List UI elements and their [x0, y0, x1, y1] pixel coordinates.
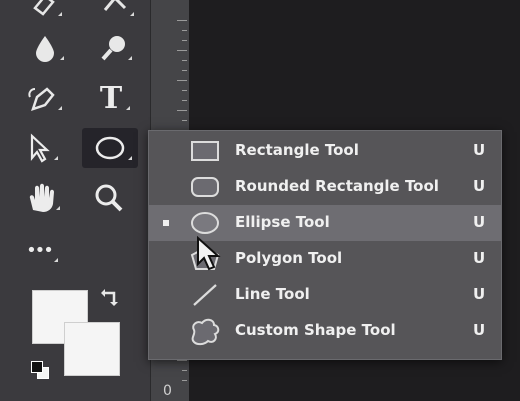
eraser-tool[interactable]	[18, 0, 68, 24]
blur-tool[interactable]	[20, 28, 70, 68]
default-colors-button[interactable]	[30, 360, 50, 380]
menu-item-custom-shape-tool[interactable]: Custom Shape Tool U	[149, 313, 501, 349]
menu-item-label: Polygon Tool	[235, 249, 343, 267]
swap-arrows-icon	[101, 289, 118, 306]
hand-tool[interactable]	[16, 178, 66, 218]
menu-item-line-tool[interactable]: Line Tool U	[149, 277, 501, 313]
line-icon	[193, 284, 217, 306]
menu-item-label: Ellipse Tool	[235, 213, 330, 231]
background-color-swatch[interactable]	[64, 322, 120, 376]
menu-item-label: Line Tool	[235, 285, 310, 303]
rectangle-icon	[191, 141, 219, 161]
ellipse-tool[interactable]	[82, 128, 138, 168]
menu-item-shortcut: U	[473, 321, 486, 339]
menu-item-shortcut: U	[473, 249, 486, 267]
ellipse-icon	[95, 136, 125, 160]
swap-colors-button[interactable]	[100, 287, 122, 313]
pen-tool[interactable]	[18, 78, 68, 118]
menu-item-shortcut: U	[473, 213, 486, 231]
menu-item-label: Rounded Rectangle Tool	[235, 177, 439, 195]
tools-panel: T •••	[0, 0, 150, 401]
path-selection-tool[interactable]	[14, 128, 64, 168]
mouse-cursor-icon	[197, 236, 221, 271]
ellipse-icon	[191, 212, 219, 234]
menu-item-rounded-rectangle-tool[interactable]: Rounded Rectangle Tool U	[149, 169, 501, 205]
menu-item-shortcut: U	[473, 285, 486, 303]
eraser-icon	[33, 0, 55, 16]
menu-item-shortcut: U	[473, 177, 486, 195]
dodge-icon	[101, 36, 125, 61]
hand-icon	[29, 183, 54, 212]
gradient-tool[interactable]	[90, 0, 140, 24]
menu-item-label: Rectangle Tool	[235, 141, 359, 159]
gradient-icon	[103, 0, 127, 11]
type-tool[interactable]: T	[86, 78, 136, 118]
menu-item-rectangle-tool[interactable]: Rectangle Tool U	[149, 133, 501, 169]
dodge-tool[interactable]	[88, 28, 138, 68]
menu-item-label: Custom Shape Tool	[235, 321, 396, 339]
ruler-label: 0	[163, 383, 172, 399]
menu-item-shortcut: U	[473, 141, 486, 159]
pen-icon	[28, 87, 55, 111]
default-fg-mini-icon	[31, 361, 43, 373]
zoom-tool[interactable]	[84, 178, 134, 218]
type-icon: T	[99, 80, 123, 116]
custom-shape-icon	[191, 318, 220, 346]
edit-toolbar-button[interactable]: •••	[14, 230, 64, 270]
zoom-icon	[95, 184, 123, 212]
path-selection-arrow-icon	[30, 133, 50, 163]
rounded-rectangle-icon	[191, 177, 219, 197]
current-tool-marker	[163, 220, 169, 226]
more-dots-icon: •••	[26, 239, 54, 261]
blur-drop-icon	[36, 36, 54, 62]
